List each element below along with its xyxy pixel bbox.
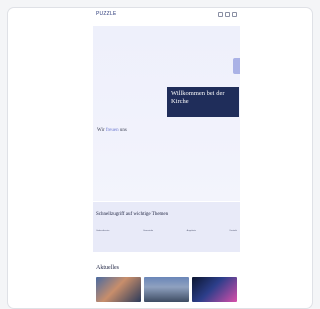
page-preview: PUZZLE Willkommen bei der Kirche Wir fre… xyxy=(93,9,240,302)
news-title: Aktuelles xyxy=(96,265,119,271)
quick-link[interactable]: Angebote xyxy=(187,230,196,232)
news-image[interactable] xyxy=(192,277,237,302)
promo-prefix: Wir xyxy=(97,128,106,133)
news-thumbnails xyxy=(93,277,240,302)
search-icon[interactable] xyxy=(218,12,223,17)
header-icons xyxy=(218,12,237,17)
quick-link[interactable]: Gemeinde xyxy=(143,230,153,232)
side-tab[interactable] xyxy=(233,58,240,74)
news-image[interactable] xyxy=(144,277,189,302)
quick-link[interactable]: Kontakt xyxy=(230,230,237,232)
user-icon[interactable] xyxy=(225,12,230,17)
quick-access-section xyxy=(93,202,240,252)
site-header: PUZZLE xyxy=(93,9,240,22)
welcome-heading: Willkommen bei der Kirche xyxy=(167,87,239,117)
menu-icon[interactable] xyxy=(232,12,237,17)
site-logo[interactable]: PUZZLE xyxy=(96,11,116,17)
promo-suffix: uns xyxy=(118,128,127,133)
promo-text: Wir freuen uns xyxy=(97,128,127,133)
quick-link[interactable]: Gottesdienste xyxy=(96,230,110,232)
quick-access-links: Gottesdienste Gemeinde Angebote Kontakt xyxy=(96,230,237,232)
promo-highlight: freuen xyxy=(105,128,119,133)
news-image[interactable] xyxy=(96,277,141,302)
quick-access-title: Schnellzugriff auf wichtige Themen xyxy=(96,212,169,217)
